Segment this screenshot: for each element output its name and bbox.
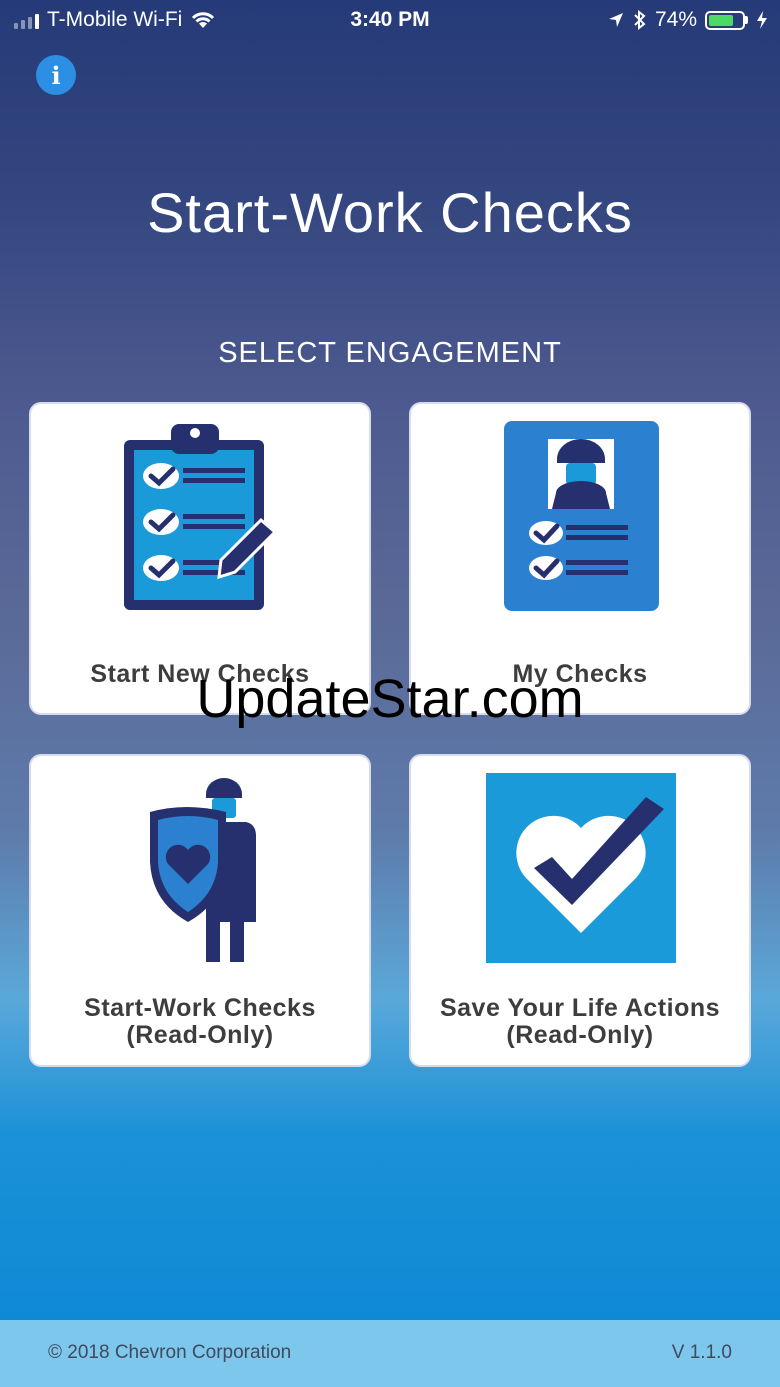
- clipboard-checklist-icon: [124, 424, 278, 610]
- page-title: Start-Work Checks: [147, 181, 633, 244]
- footer-version: V 1.1.0: [671, 1342, 732, 1363]
- start-work-checks-readonly-line1: Start-Work Checks: [84, 994, 316, 1022]
- location-icon: [608, 13, 623, 27]
- save-your-life-actions-line2: (Read-Only): [506, 1021, 654, 1049]
- start-new-checks-tile[interactable]: Start New Checks: [29, 402, 371, 715]
- footer: © 2018 Chevron Corporation V 1.1.0: [0, 1320, 780, 1387]
- save-your-life-actions-label: Save Your Life Actions (Read-Only): [411, 995, 749, 1049]
- battery-percent: 74%: [654, 8, 697, 31]
- worker-profile-checklist-icon: [504, 421, 659, 611]
- heart-checkmark-icon: [486, 773, 676, 963]
- worker-shield-heart-icon: [150, 778, 256, 962]
- info-button[interactable]: i: [36, 55, 76, 95]
- status-right: 74%: [607, 8, 768, 32]
- start-new-checks-label: Start New Checks: [90, 660, 310, 688]
- start-work-checks-readonly-label: Start-Work Checks (Read-Only): [31, 995, 369, 1049]
- footer-copyright: © 2018 Chevron Corporation: [48, 1342, 292, 1363]
- charging-icon: [757, 11, 767, 29]
- start-work-checks-readonly-line2: (Read-Only): [126, 1021, 274, 1049]
- section-subtitle: SELECT ENGAGEMENT: [218, 337, 562, 369]
- info-icon: i: [51, 60, 61, 90]
- my-checks-label: My Checks: [512, 660, 648, 688]
- bluetooth-icon: [634, 10, 646, 30]
- battery-icon: [705, 10, 748, 30]
- save-your-life-actions-line1: Save Your Life Actions: [439, 994, 721, 1022]
- status-bar: T-Mobile Wi-Fi 3:40 PM 74%: [0, 0, 780, 40]
- start-work-checks-readonly-tile[interactable]: Start-Work Checks (Read-Only): [29, 754, 371, 1067]
- my-checks-tile[interactable]: My Checks: [409, 402, 751, 715]
- save-your-life-actions-tile[interactable]: Save Your Life Actions (Read-Only): [409, 754, 751, 1067]
